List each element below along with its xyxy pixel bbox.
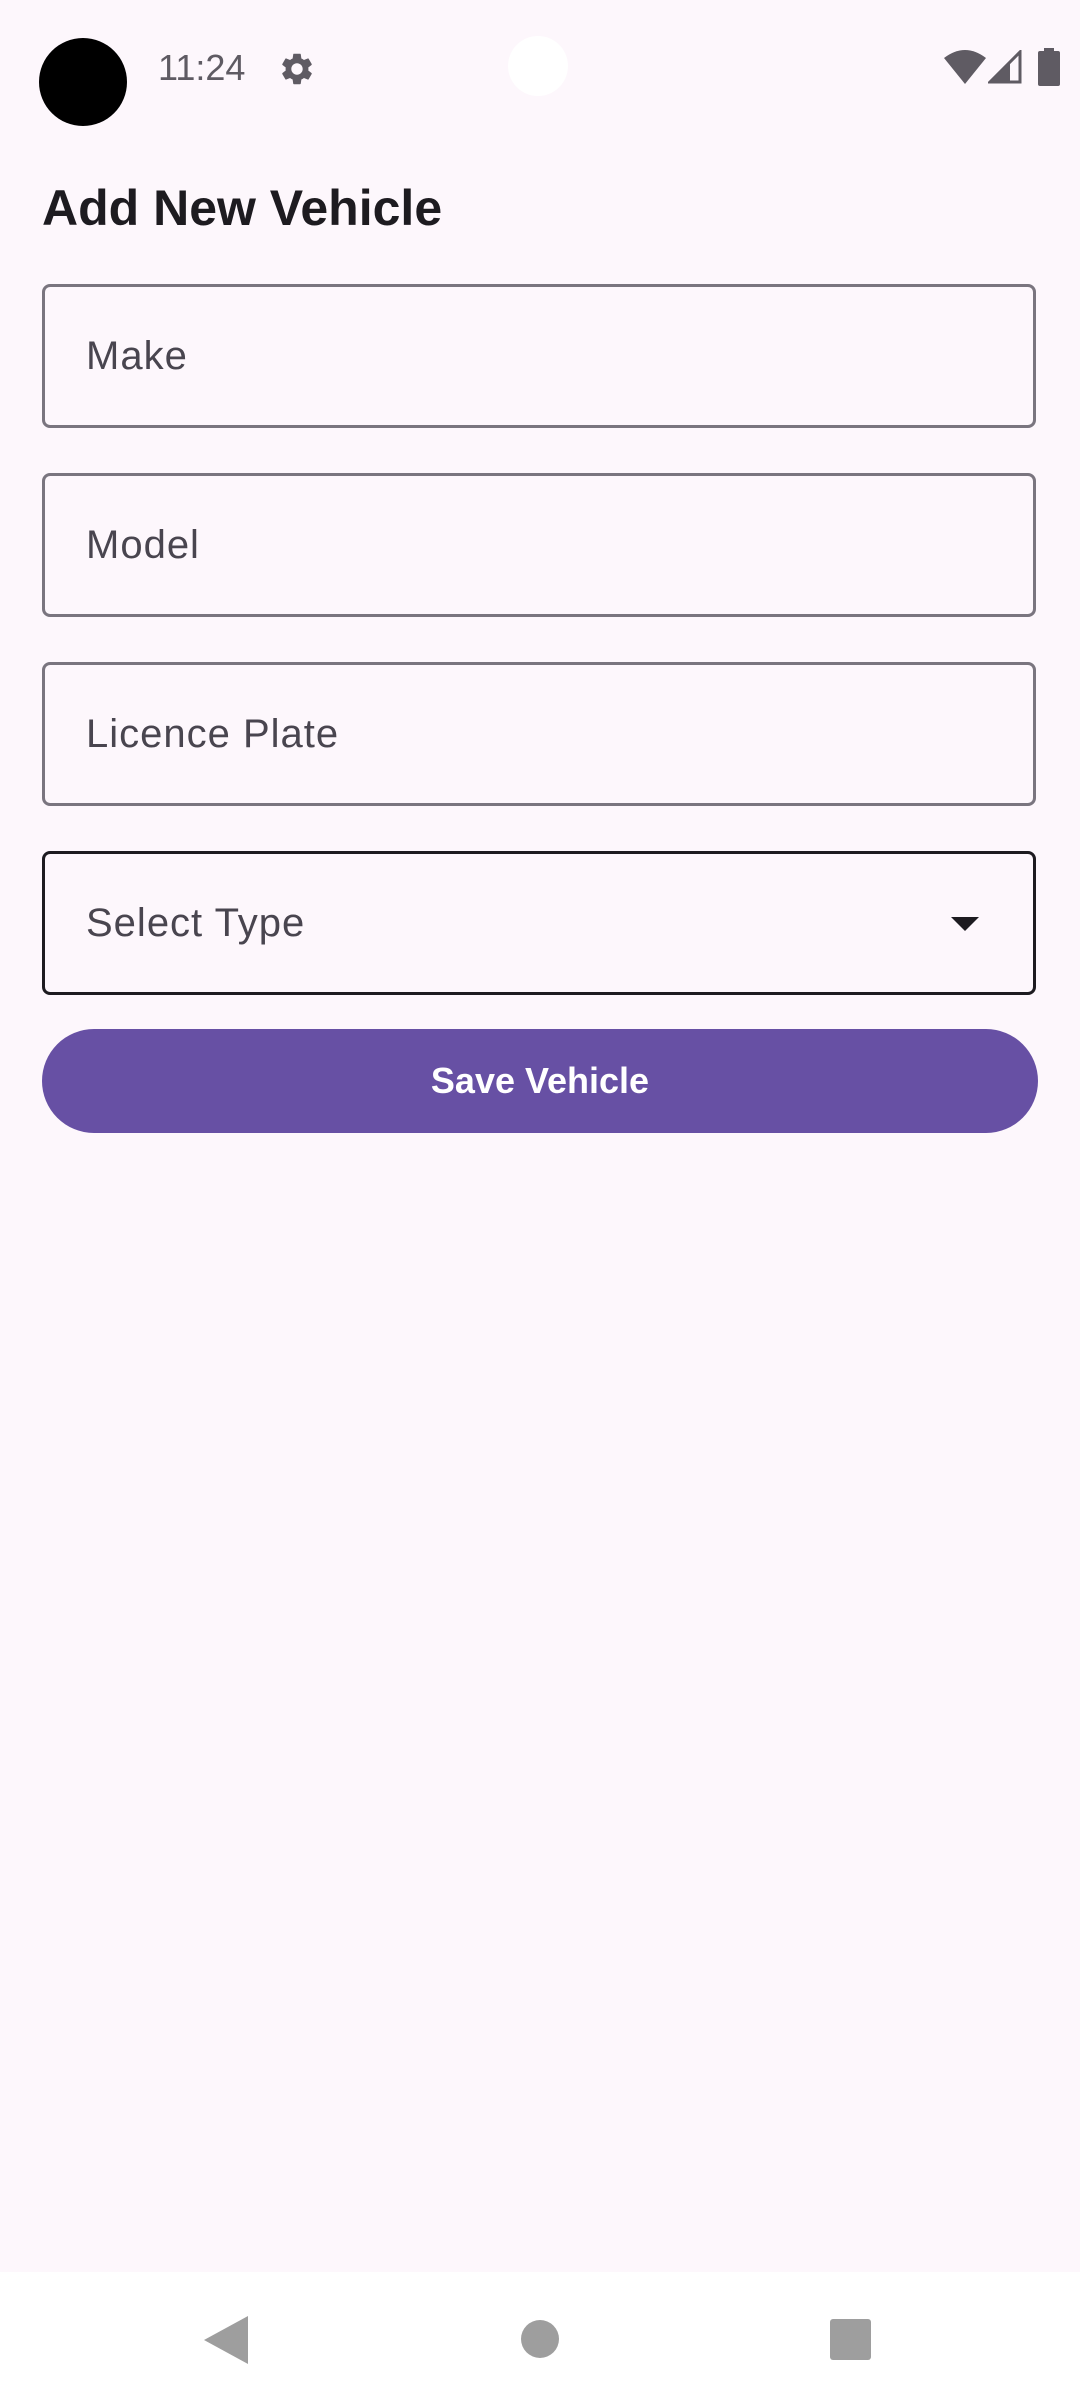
- model-input[interactable]: Model: [42, 473, 1036, 617]
- licence-plate-input[interactable]: Licence Plate: [42, 662, 1036, 806]
- settings-icon: [282, 53, 312, 85]
- recents-icon[interactable]: [830, 2319, 871, 2360]
- wifi-icon: [944, 50, 986, 84]
- home-icon[interactable]: [521, 2320, 559, 2358]
- front-camera-hole: [508, 36, 568, 96]
- model-placeholder: Model: [86, 522, 200, 567]
- licence-plate-placeholder: Licence Plate: [86, 711, 340, 756]
- vehicle-type-dropdown[interactable]: Select Type: [42, 851, 1036, 995]
- battery-icon: [1038, 48, 1060, 86]
- status-time: 11:24: [158, 47, 246, 88]
- make-placeholder: Make: [86, 333, 188, 378]
- back-icon[interactable]: [204, 2316, 248, 2364]
- navigation-bar: [0, 2272, 1080, 2400]
- make-input[interactable]: Make: [42, 284, 1036, 428]
- vehicle-type-value: Select Type: [86, 900, 306, 945]
- camera-cutout: [39, 38, 127, 126]
- page-title: Add New Vehicle: [42, 180, 443, 236]
- save-vehicle-button[interactable]: Save Vehicle: [42, 1029, 1038, 1133]
- signal-icon: [988, 50, 1022, 84]
- status-bar: 11:24: [0, 0, 1080, 136]
- dropdown-arrow-icon[interactable]: [951, 917, 979, 931]
